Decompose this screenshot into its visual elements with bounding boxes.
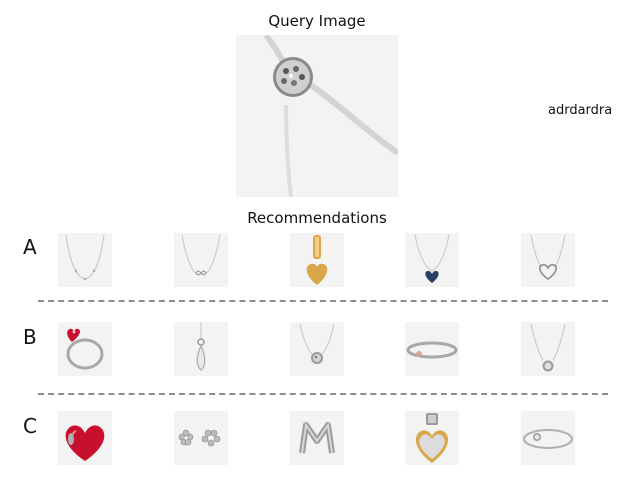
gold-heart-charm-icon <box>306 235 328 285</box>
side-note-text: adrdardra <box>548 103 613 118</box>
recommendation-thumbnail[interactable] <box>174 322 228 376</box>
row-label-c: C <box>23 414 37 438</box>
recommendation-thumbnail[interactable] <box>405 322 459 376</box>
necklace-icon <box>65 234 105 281</box>
recommendation-thumbnail[interactable] <box>290 233 344 287</box>
row-divider <box>38 393 608 395</box>
round-pendant-necklace-icon <box>299 323 335 364</box>
red-heart-ring-icon <box>66 328 104 370</box>
row-divider <box>38 300 608 302</box>
drop-pendant-icon <box>196 322 206 371</box>
bangle-icon <box>523 429 573 449</box>
row-label-b: B <box>23 325 37 349</box>
open-heart-necklace-icon <box>530 234 566 280</box>
recommendation-thumbnail[interactable] <box>58 233 112 287</box>
letter-m-charm-icon <box>299 422 335 454</box>
recommendation-thumbnail[interactable] <box>405 233 459 287</box>
recommendation-thumbnail[interactable] <box>58 322 112 376</box>
recommendations-title: Recommendations <box>247 209 387 227</box>
query-title: Query Image <box>268 12 366 30</box>
recommendation-thumbnail[interactable] <box>521 322 575 376</box>
recommendation-thumbnail[interactable] <box>405 411 459 465</box>
pave-pendant-necklace-icon <box>236 35 398 197</box>
recommendation-thumbnail[interactable] <box>521 233 575 287</box>
recommendation-thumbnail[interactable] <box>58 411 112 465</box>
infinity-necklace-icon <box>181 234 221 276</box>
recommendation-thumbnail[interactable] <box>174 233 228 287</box>
two-tone-heart-charm-icon <box>415 413 449 463</box>
row-label-a: A <box>23 235 37 259</box>
recommendation-thumbnail[interactable] <box>290 411 344 465</box>
blue-heart-necklace-icon <box>414 234 450 283</box>
flower-earrings-icon <box>178 429 221 447</box>
bracelet-icon <box>406 341 458 359</box>
query-image <box>236 35 398 197</box>
recommendation-thumbnail[interactable] <box>174 411 228 465</box>
red-heart-charm-icon <box>65 425 105 461</box>
recommendation-thumbnail[interactable] <box>290 322 344 376</box>
recommendation-thumbnail[interactable] <box>521 411 575 465</box>
pendant-necklace-icon <box>530 323 566 372</box>
